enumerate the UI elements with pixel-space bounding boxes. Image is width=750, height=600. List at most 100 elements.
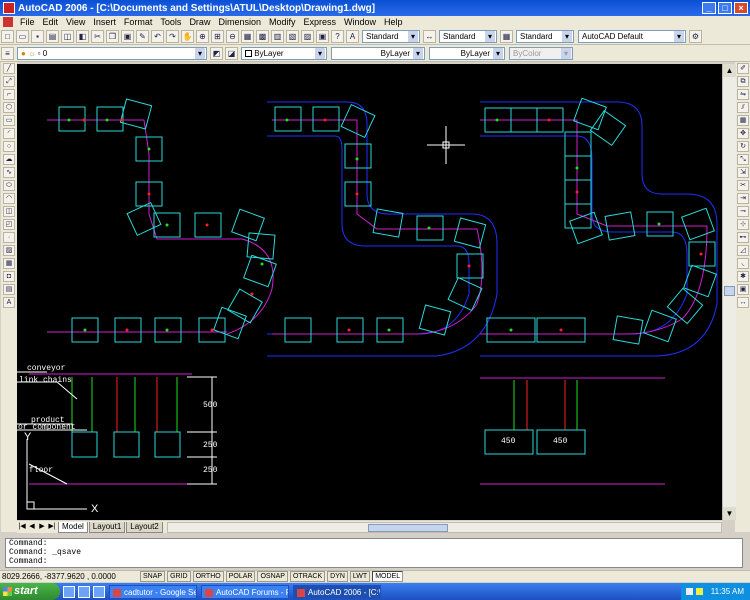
- color-select[interactable]: ByLayer: [241, 46, 327, 60]
- scale-icon[interactable]: ⤡: [737, 154, 749, 165]
- gradient-icon[interactable]: ▦: [3, 258, 15, 269]
- coordinate-readout[interactable]: 8029.2666, -8377.9620 , 0.0000: [0, 572, 140, 581]
- minimize-button[interactable]: _: [702, 2, 716, 14]
- tool-palettes-icon[interactable]: ▥: [271, 29, 284, 43]
- menu-modify[interactable]: Modify: [265, 17, 300, 27]
- polar-toggle[interactable]: POLAR: [225, 571, 256, 582]
- maximize-button[interactable]: □: [718, 2, 732, 14]
- quicklaunch-icon[interactable]: [78, 585, 90, 598]
- new-file-icon[interactable]: □: [1, 29, 14, 43]
- menu-dimension[interactable]: Dimension: [214, 17, 265, 27]
- polygon-icon[interactable]: ⬡: [3, 102, 15, 113]
- close-button[interactable]: ×: [734, 2, 748, 14]
- arc-icon[interactable]: ◜: [3, 128, 15, 139]
- task-autocad-2006[interactable]: AutoCAD 2006 - [C:\...: [293, 584, 381, 599]
- array-icon[interactable]: ▦: [737, 115, 749, 126]
- document-icon[interactable]: [3, 17, 13, 27]
- undo-icon[interactable]: ↶: [151, 29, 164, 43]
- autocad-app-icon[interactable]: [3, 2, 15, 14]
- menu-insert[interactable]: Insert: [89, 17, 120, 27]
- save-icon[interactable]: ▪: [31, 29, 44, 43]
- tab-layout2[interactable]: Layout2: [126, 521, 163, 533]
- next-tab-icon[interactable]: ▶: [37, 522, 47, 532]
- linetype-select[interactable]: ByLayer: [331, 46, 425, 60]
- copy-object-icon[interactable]: ⧉: [737, 76, 749, 87]
- table-icon[interactable]: ▤: [3, 284, 15, 295]
- layer-select[interactable]: ● ☼ ▫ 0: [17, 46, 207, 60]
- hatch-icon[interactable]: ▨: [3, 245, 15, 256]
- calculator-icon[interactable]: ▣: [316, 29, 329, 43]
- layer-previous-icon[interactable]: ◪: [225, 46, 238, 60]
- properties-icon[interactable]: ▦: [241, 29, 254, 43]
- point-icon[interactable]: ·: [3, 232, 15, 243]
- erase-icon[interactable]: ✐: [737, 63, 749, 74]
- stretch-icon[interactable]: ⇲: [737, 167, 749, 178]
- redo-icon[interactable]: ↷: [166, 29, 179, 43]
- menu-express[interactable]: Express: [300, 17, 341, 27]
- design-center-icon[interactable]: ▩: [256, 29, 269, 43]
- paste-icon[interactable]: ▣: [121, 29, 134, 43]
- rotate-icon[interactable]: ↻: [737, 141, 749, 152]
- last-tab-icon[interactable]: ▶|: [47, 522, 57, 532]
- lineweight-select[interactable]: ByLayer: [429, 46, 505, 60]
- publish-icon[interactable]: ◧: [76, 29, 89, 43]
- start-button[interactable]: start: [0, 583, 60, 600]
- workspace-select[interactable]: AutoCAD Default: [578, 29, 686, 43]
- plot-icon[interactable]: ▤: [46, 29, 59, 43]
- otrack-toggle[interactable]: OTRACK: [289, 571, 326, 582]
- model-toggle[interactable]: MODEL: [372, 571, 404, 582]
- sheet-set-icon[interactable]: ▧: [286, 29, 299, 43]
- quicklaunch-icon[interactable]: [63, 585, 75, 598]
- copy-icon[interactable]: ❐: [106, 29, 119, 43]
- lwt-toggle[interactable]: LWT: [349, 571, 371, 582]
- zoom-previous-icon[interactable]: ⊖: [226, 29, 239, 43]
- circle-icon[interactable]: ○: [3, 141, 15, 152]
- osnap-toggle[interactable]: OSNAP: [257, 571, 288, 582]
- scroll-up-icon[interactable]: ▲: [723, 64, 736, 77]
- pan-icon[interactable]: ✋: [181, 29, 194, 43]
- offset-icon[interactable]: ⫽: [737, 102, 749, 113]
- open-file-icon[interactable]: ▭: [16, 29, 29, 43]
- menu-help[interactable]: Help: [380, 17, 407, 27]
- explode-icon[interactable]: ✱: [737, 271, 749, 282]
- scroll-down-icon[interactable]: ▼: [723, 507, 736, 520]
- move-icon[interactable]: ✥: [737, 128, 749, 139]
- first-tab-icon[interactable]: |◀: [17, 522, 27, 532]
- ellipse-icon[interactable]: ⬭: [3, 180, 15, 191]
- zoom-window-icon[interactable]: ⊞: [211, 29, 224, 43]
- rectangle-icon[interactable]: ▭: [3, 115, 15, 126]
- task-autocad-forums[interactable]: AutoCAD Forums - Po...: [201, 584, 289, 599]
- workspace-settings-icon[interactable]: ⚙: [689, 29, 702, 43]
- horizontal-scroll-thumb[interactable]: [367, 523, 448, 532]
- dim-style-select[interactable]: Standard: [439, 29, 497, 43]
- menu-file[interactable]: File: [16, 17, 39, 27]
- insert-block-icon[interactable]: ◫: [3, 206, 15, 217]
- prev-tab-icon[interactable]: ◀: [27, 522, 37, 532]
- tab-model[interactable]: Model: [58, 521, 88, 533]
- extend-icon[interactable]: ⇥: [737, 193, 749, 204]
- command-window[interactable]: Command: Command: _qsave Command:: [5, 538, 743, 568]
- task-google-search[interactable]: cadtutor - Google Se...: [109, 584, 197, 599]
- draworder-icon[interactable]: ▣: [737, 284, 749, 295]
- mirror-icon[interactable]: ⇋: [737, 89, 749, 100]
- make-block-icon[interactable]: ◰: [3, 219, 15, 230]
- drawing-area[interactable]: conveyor link chains product or componen…: [17, 64, 722, 520]
- text-style-select[interactable]: Standard: [362, 29, 420, 43]
- construction-line-icon[interactable]: ⤢: [3, 76, 15, 87]
- line-icon[interactable]: ╱: [3, 63, 15, 74]
- dimension-icon[interactable]: ↔: [737, 297, 749, 308]
- polyline-icon[interactable]: ⌐: [3, 89, 15, 100]
- snap-toggle[interactable]: SNAP: [140, 571, 166, 582]
- menu-format[interactable]: Format: [120, 17, 157, 27]
- table-style-icon[interactable]: ▦: [500, 29, 513, 43]
- multiline-text-icon[interactable]: A: [3, 297, 15, 308]
- horizontal-scrollbar[interactable]: [166, 521, 722, 533]
- plot-preview-icon[interactable]: ◫: [61, 29, 74, 43]
- menu-tools[interactable]: Tools: [156, 17, 185, 27]
- tab-layout1[interactable]: Layout1: [88, 521, 126, 533]
- vertical-scroll-thumb[interactable]: [724, 286, 735, 296]
- spline-icon[interactable]: ∿: [3, 167, 15, 178]
- make-current-layer-icon[interactable]: ◩: [210, 46, 223, 60]
- dim-style-icon[interactable]: ↔: [423, 29, 436, 43]
- ortho-toggle[interactable]: ORTHO: [192, 571, 224, 582]
